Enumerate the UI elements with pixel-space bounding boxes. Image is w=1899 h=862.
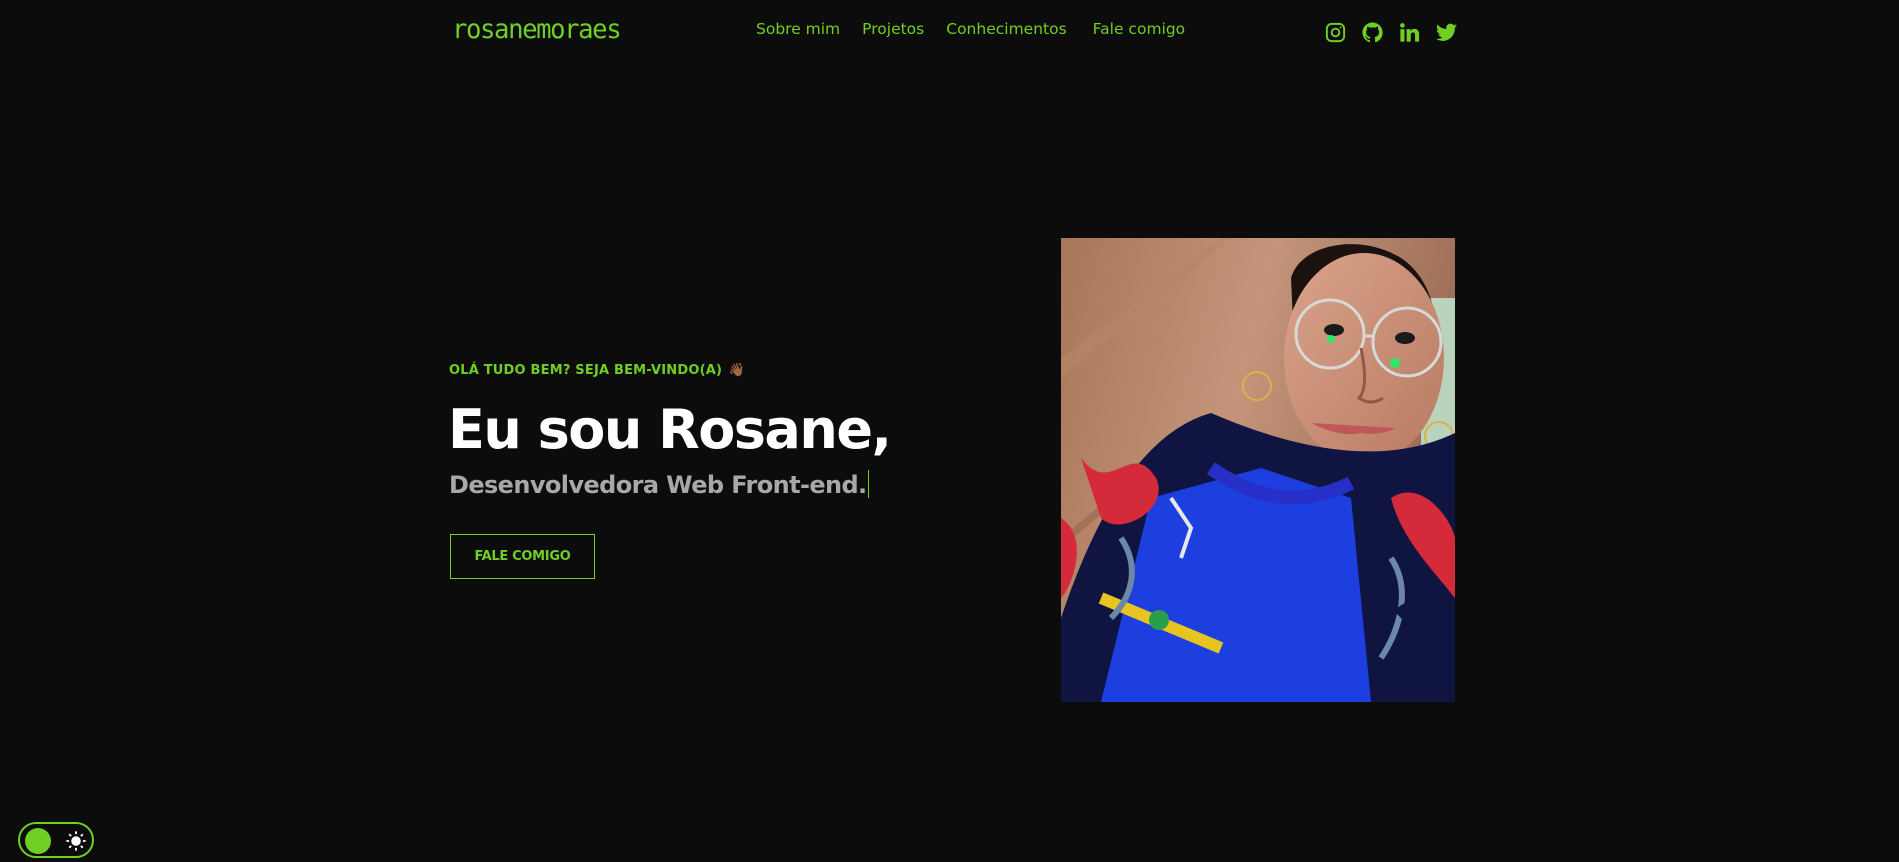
instagram-icon[interactable] — [1323, 20, 1347, 44]
nav-link-fale-comigo[interactable]: Fale comigo — [1093, 20, 1186, 38]
nav-link-conhecimentos[interactable]: Conhecimentos — [946, 20, 1066, 38]
theme-toggle[interactable] — [18, 822, 94, 858]
social-links — [1323, 20, 1458, 44]
profile-photo — [1061, 238, 1455, 702]
nav-link-projetos[interactable]: Projetos — [862, 20, 924, 38]
github-icon[interactable] — [1360, 20, 1384, 44]
linkedin-icon[interactable] — [1397, 20, 1421, 44]
toggle-knob — [25, 828, 51, 854]
typing-cursor — [867, 470, 869, 498]
main-nav: Sobre mim Projetos Conhecimentos Fale co… — [756, 20, 1207, 38]
twitter-icon[interactable] — [1434, 20, 1458, 44]
hero-headline: Eu sou Rosane, — [448, 398, 892, 461]
waving-hand-emoji: 👋🏾 — [728, 363, 746, 378]
page: rosanemoraes Sobre mim Projetos Conhecim… — [0, 0, 1899, 862]
sun-icon — [66, 831, 86, 851]
contact-button[interactable]: FALE COMIGO — [450, 534, 595, 579]
greeting-text: OLÁ TUDO BEM? SEJA BEM-VINDO(A) 👋🏾 — [449, 363, 746, 378]
hero-subtitle: Desenvolvedora Web Front-end. — [449, 470, 869, 499]
nav-link-sobre-mim[interactable]: Sobre mim — [756, 20, 840, 38]
site-logo[interactable]: rosanemoraes — [452, 14, 622, 45]
